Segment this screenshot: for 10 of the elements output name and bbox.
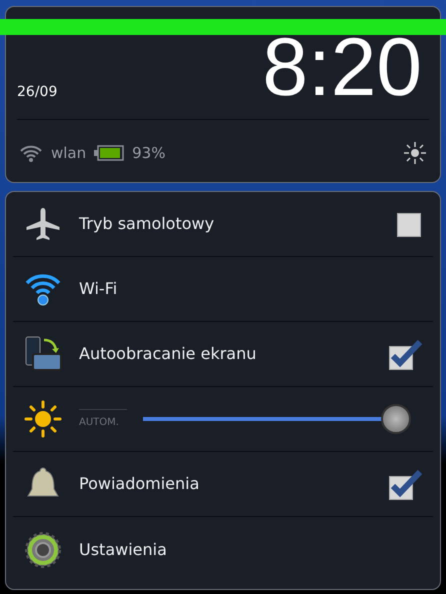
battery-percent: 93% xyxy=(132,142,166,164)
setting-label[interactable]: Powiadomienia xyxy=(79,472,200,496)
date-text: 26/09 xyxy=(17,83,58,102)
setting-label[interactable]: Ustawienia xyxy=(79,538,167,562)
clock-time: 8:20 xyxy=(262,27,422,109)
setting-label[interactable]: Tryb samolotowy xyxy=(79,212,214,236)
setting-label[interactable]: Autoobracanie ekranu xyxy=(79,342,256,366)
network-name: wlan xyxy=(51,142,86,164)
setting-label[interactable]: Wi-Fi xyxy=(79,277,118,301)
auto-label[interactable]: AUTOM. xyxy=(79,408,127,430)
